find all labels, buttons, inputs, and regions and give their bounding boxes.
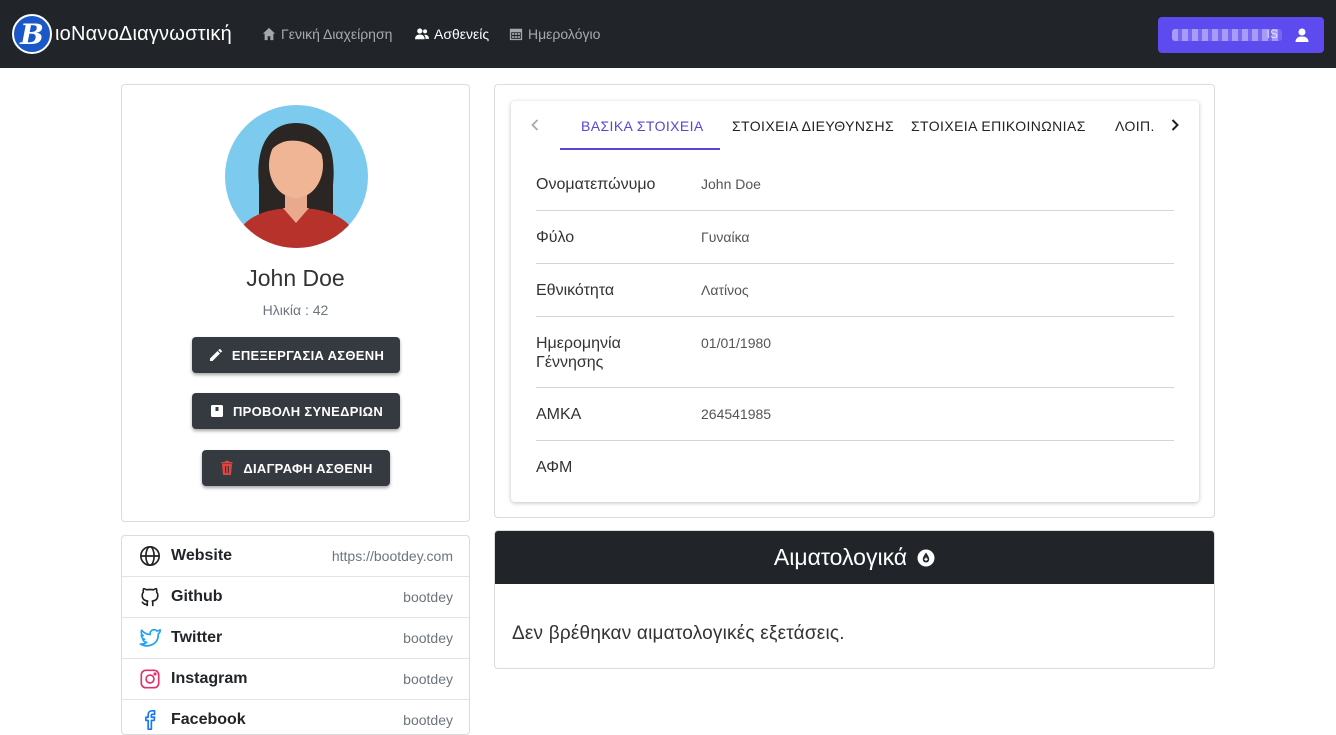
blood-tests-title: Αιματολογικά bbox=[773, 544, 908, 570]
field-row-amka: ΑΜΚΑ 264541985 bbox=[536, 388, 1174, 441]
patient-profile-card: John Doe Ηλικία : 42 ΕΠΕΞΕΡΓΑΣΙΑ ΑΣΘΕΝΗ … bbox=[121, 84, 470, 522]
facebook-icon bbox=[145, 710, 156, 730]
sessions-icon bbox=[210, 405, 223, 417]
field-label: Ονοματεπώνυμο bbox=[536, 176, 656, 193]
field-label: ΑΜΚΑ bbox=[536, 406, 582, 423]
active-tab-indicator bbox=[560, 148, 720, 150]
blood-drop-icon bbox=[917, 549, 935, 566]
field-label: Ημερομηνία Γέννησης bbox=[536, 335, 621, 371]
field-row-afm: ΑΦΜ bbox=[536, 441, 1174, 494]
instagram-icon bbox=[140, 669, 160, 689]
nav-link-patients[interactable]: Ασθενείς bbox=[415, 26, 489, 42]
nav-link-label: Ημερολόγιο bbox=[528, 26, 601, 42]
nav-link-calendar[interactable]: Ημερολόγιο bbox=[509, 26, 600, 42]
tab-other-info[interactable]: ΛΟΙΠ. bbox=[1115, 118, 1155, 134]
field-label: Εθνικότητα bbox=[536, 282, 615, 299]
user-menu-button[interactable]: IS bbox=[1158, 17, 1324, 53]
twitter-icon bbox=[139, 628, 161, 647]
view-sessions-button[interactable]: ΠΡΟΒΟΛΗ ΣΥΝΕΔΡΙΩΝ bbox=[192, 393, 400, 429]
blood-tests-card: Αιματολογικά Δεν βρέθηκαν αιματολογικές … bbox=[494, 530, 1215, 669]
field-value: 01/01/1980 bbox=[701, 335, 772, 351]
tab-basic-info[interactable]: ΒΑΣΙΚΑ ΣΤΟΙΧΕΙΑ bbox=[581, 118, 704, 134]
redacted-username: IS bbox=[1172, 27, 1282, 41]
patient-avatar bbox=[225, 105, 368, 248]
edit-patient-button[interactable]: ΕΠΕΞΕΡΓΑΣΙΑ ΑΣΘΕΝΗ bbox=[192, 337, 400, 373]
field-row-gender: Φύλο Γυναίκα bbox=[536, 211, 1174, 264]
field-label: Φύλο bbox=[536, 229, 575, 246]
calendar-icon bbox=[509, 28, 523, 41]
tabs-scroll-area: ΒΑΣΙΚΑ ΣΤΟΙΧΕΙΑ ΣΤΟΙΧΕΙΑ ΔΙΕΥΘΥΝΣΗΣ ΣΤΟΙ… bbox=[539, 101, 1171, 150]
field-value: 264541985 bbox=[701, 406, 772, 422]
social-row-twitter[interactable]: Twitter bootdey bbox=[122, 618, 469, 659]
field-label: ΑΦΜ bbox=[536, 459, 573, 476]
patient-details-card: ΒΑΣΙΚΑ ΣΤΟΙΧΕΙΑ ΣΤΟΙΧΕΙΑ ΔΙΕΥΘΥΝΣΗΣ ΣΤΟΙ… bbox=[494, 84, 1215, 518]
brand[interactable]: B ιοΝανοΔιαγνωστική bbox=[12, 14, 232, 54]
home-icon bbox=[262, 27, 276, 41]
tabs-scroll-right-button[interactable] bbox=[1163, 113, 1187, 137]
nav-link-general-management[interactable]: Γενική Διαχείρηση bbox=[262, 26, 392, 42]
social-row-github[interactable]: Github bootdey bbox=[122, 577, 469, 618]
social-links-list: Website https://bootdey.com Github bootd… bbox=[121, 535, 470, 735]
patient-name: John Doe bbox=[246, 265, 345, 291]
field-value: Λατίνος bbox=[701, 282, 749, 298]
github-icon bbox=[141, 587, 159, 607]
top-navbar: B ιοΝανοΔιαγνωστική Γενική Διαχείρηση Ασ… bbox=[0, 0, 1336, 68]
field-row-fullname: Ονοματεπώνυμο John Doe bbox=[536, 158, 1174, 211]
patient-age: Ηλικία : 42 bbox=[262, 302, 329, 318]
nav-link-label: Ασθενείς bbox=[434, 26, 490, 42]
user-icon bbox=[1295, 28, 1309, 42]
delete-patient-button[interactable]: ΔΙΑΓΡΑΦΗ ΑΣΘΕΝΗ bbox=[202, 450, 390, 486]
trash-icon bbox=[221, 460, 233, 475]
globe-icon bbox=[140, 546, 160, 566]
details-panel: ΒΑΣΙΚΑ ΣΤΟΙΧΕΙΑ ΣΤΟΙΧΕΙΑ ΔΙΕΥΘΥΝΣΗΣ ΣΤΟΙ… bbox=[511, 101, 1199, 502]
field-value: Γυναίκα bbox=[701, 229, 750, 245]
details-tabs: ΒΑΣΙΚΑ ΣΤΟΙΧΕΙΑ ΣΤΟΙΧΕΙΑ ΔΙΕΥΘΥΝΣΗΣ ΣΤΟΙ… bbox=[511, 101, 1199, 150]
social-row-website[interactable]: Website https://bootdey.com bbox=[122, 536, 469, 577]
tab-address-info[interactable]: ΣΤΟΙΧΕΙΑ ΔΙΕΥΘΥΝΣΗΣ bbox=[732, 118, 894, 134]
blood-tests-header: Αιματολογικά bbox=[495, 531, 1214, 584]
field-value: John Doe bbox=[701, 176, 761, 192]
field-row-birthdate: Ημερομηνία Γέννησης 01/01/1980 bbox=[536, 317, 1174, 388]
brand-logo: B bbox=[12, 14, 52, 54]
blood-tests-empty-message: Δεν βρέθηκαν αιματολογικές εξετάσεις. bbox=[512, 623, 845, 644]
tab-contact-info[interactable]: ΣΤΟΙΧΕΙΑ ΕΠΙΚΟΙΝΩΝΙΑΣ bbox=[911, 118, 1086, 134]
social-row-instagram[interactable]: Instagram bootdey bbox=[122, 659, 469, 700]
users-icon bbox=[415, 28, 429, 40]
pencil-icon bbox=[209, 348, 222, 361]
nav-link-label: Γενική Διαχείρηση bbox=[281, 26, 393, 42]
chevron-right-icon bbox=[1171, 119, 1179, 131]
social-row-facebook[interactable]: Facebook bootdey bbox=[122, 700, 469, 734]
brand-name: ιοΝανοΔιαγνωστική bbox=[55, 22, 232, 45]
field-row-nationality: Εθνικότητα Λατίνος bbox=[536, 264, 1174, 317]
